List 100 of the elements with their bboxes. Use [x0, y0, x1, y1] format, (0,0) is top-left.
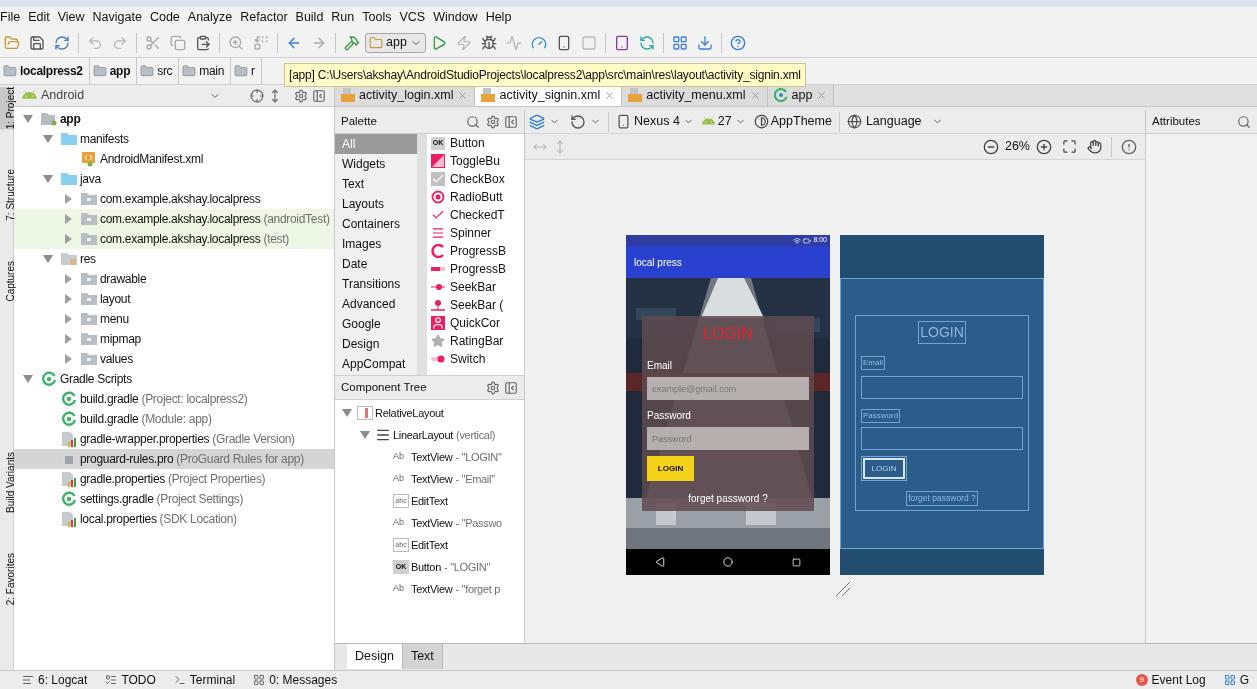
palette-category[interactable]: AppCompat: [335, 354, 417, 374]
resize-handle-icon[interactable]: [835, 581, 851, 597]
side-tool-tab[interactable]: 7: Structure: [0, 169, 13, 221]
menubar-entry[interactable]: Help: [481, 8, 516, 27]
palette-widget[interactable]: Spinner: [427, 224, 524, 242]
project-tree-item[interactable]: local.properties (SDK Location): [14, 509, 334, 529]
palette-category[interactable]: Images: [335, 234, 417, 254]
breadcrumb[interactable]: app: [89, 58, 138, 84]
project-tree-item[interactable]: values: [14, 349, 334, 369]
palette-category[interactable]: Text: [335, 174, 417, 194]
project-tree-item[interactable]: com.example.akshay.localpress (test): [14, 229, 334, 249]
person-icon: [431, 316, 445, 330]
folder-icon: [3, 64, 17, 78]
palette-widget[interactable]: QuickCor: [427, 314, 524, 332]
menubar-entry[interactable]: Navigate: [88, 8, 146, 27]
component-tree-item[interactable]: LinearLayout (vertical): [335, 424, 524, 446]
project-tree-item[interactable]: AndroidManifest.xml: [14, 149, 334, 169]
project-tree-item[interactable]: java: [14, 169, 334, 189]
palette-category[interactable]: Layouts: [335, 194, 417, 214]
expanded-arrow-icon[interactable]: [339, 408, 355, 418]
run-configuration-dropdown[interactable]: app: [365, 32, 426, 53]
menubar-entry[interactable]: Edit: [24, 8, 54, 27]
breadcrumb[interactable]: localpress2: [0, 58, 90, 84]
palette-widget[interactable]: ToggleBu: [427, 152, 524, 170]
view-tab[interactable]: Design: [347, 644, 403, 669]
project-tree-item[interactable]: layout: [14, 289, 334, 309]
project-tree-item[interactable]: com.example.akshay.localpress: [14, 189, 334, 209]
palette-category[interactable]: Containers: [335, 214, 417, 234]
project-tree-item[interactable]: settings.gradle (Project Settings): [14, 489, 334, 509]
palette-category[interactable]: Design: [335, 334, 417, 354]
expanded-arrow-icon[interactable]: [20, 374, 36, 384]
component-tree-item[interactable]: Ab TextView - "Email": [335, 468, 524, 490]
palette-category[interactable]: Google: [335, 314, 417, 334]
breadcrumb[interactable]: src: [137, 58, 180, 84]
menubar-entry[interactable]: Run: [327, 8, 359, 27]
palette-widget[interactable]: CheckedT: [427, 206, 524, 224]
palette-widget[interactable]: RatingBar: [427, 332, 524, 350]
component-tree-item[interactable]: RelativeLayout: [335, 402, 524, 424]
palette-widget[interactable]: ProgressB: [427, 242, 524, 260]
menubar-entry[interactable]: Tools: [358, 8, 396, 27]
expanded-arrow-icon[interactable]: [40, 134, 56, 144]
expanded-arrow-icon[interactable]: [40, 174, 56, 184]
project-tree-item[interactable]: manifests: [14, 129, 334, 149]
theme-button[interactable]: AppTheme: [753, 112, 832, 131]
palette-category[interactable]: Date: [335, 254, 417, 274]
project-tree-item[interactable]: com.example.akshay.localpress (androidTest): [14, 209, 334, 229]
menubar-entry[interactable]: Window: [429, 8, 482, 27]
project-tree-item[interactable]: proguard-rules.pro (ProGuard Rules for app): [14, 449, 334, 469]
project-tree-item[interactable]: gradle-wrapper.properties (Gradle Version): [14, 429, 334, 449]
breadcrumb[interactable]: r: [231, 58, 262, 84]
palette-category[interactable]: Transitions: [335, 274, 417, 294]
menubar-entry[interactable]: Refactor: [236, 8, 292, 27]
menubar-entry[interactable]: VCS: [395, 8, 430, 27]
project-tree-item[interactable]: mipmap: [14, 329, 334, 349]
menubar-entry[interactable]: Code: [145, 8, 184, 27]
field-label: Email: [647, 359, 673, 373]
project-tree-item[interactable]: res: [14, 249, 334, 269]
device-dropdown[interactable]: Nexus 4: [616, 112, 694, 131]
palette-category[interactable]: Widgets: [335, 154, 417, 174]
palette-widget[interactable]: SeekBar (: [427, 296, 524, 314]
palette-widget[interactable]: RadioButt: [427, 188, 524, 206]
palette-widget[interactable]: Switch: [427, 350, 524, 368]
menubar-entry[interactable]: Build: [291, 8, 328, 27]
project-tree-item[interactable]: Gradle Scripts: [14, 369, 334, 389]
project-tree-item[interactable]: build.gradle (Module: app): [14, 409, 334, 429]
side-tool-tab[interactable]: Build Variants: [0, 451, 13, 513]
project-tree-item[interactable]: drawable: [14, 269, 334, 289]
api-level-dropdown[interactable]: 27: [701, 112, 746, 131]
expanded-arrow-icon[interactable]: [40, 254, 56, 264]
tool-window-button[interactable]: Terminal: [173, 671, 236, 689]
event-log-button[interactable]: 9 Event Log: [1135, 671, 1206, 689]
palette-widget[interactable]: CheckBox: [427, 170, 524, 188]
tool-window-button[interactable]: 6: Logcat: [22, 671, 88, 689]
breadcrumb[interactable]: main: [179, 58, 232, 84]
tool-window-button[interactable]: TODO: [105, 671, 156, 689]
expanded-arrow-icon[interactable]: [20, 114, 36, 124]
project-tree-item[interactable]: gradle.properties (Project Properties): [14, 469, 334, 489]
blueprint-heading: LOGIN: [918, 321, 966, 344]
project-tree-item[interactable]: build.gradle (Project: localpress2): [14, 389, 334, 409]
tool-window-button[interactable]: 0: Messages: [253, 671, 338, 689]
expanded-arrow-icon[interactable]: [357, 430, 373, 440]
login-button[interactable]: LOGIN: [647, 456, 694, 481]
gradle-icon: [61, 491, 77, 507]
input-field[interactable]: Password: [647, 427, 809, 450]
palette-widget[interactable]: SeekBar: [427, 278, 524, 296]
palette-widget[interactable]: ProgressB: [427, 260, 524, 278]
view-tab[interactable]: Text: [402, 644, 443, 669]
component-tree-item[interactable]: Ab TextView - "LOGIN": [335, 446, 524, 468]
project-tree-item[interactable]: app: [14, 109, 334, 129]
component-tree-item[interactable]: Ab TextView - "Passwo: [335, 512, 524, 534]
tool-window-button[interactable]: G: [1223, 671, 1249, 689]
language-dropdown[interactable]: Language: [846, 112, 943, 131]
forgot-password-link[interactable]: forget password ?: [688, 491, 768, 506]
side-tool-tab[interactable]: 2: Favorites: [0, 552, 13, 605]
menubar-entry[interactable]: File: [0, 8, 25, 27]
palette-category[interactable]: Advanced: [335, 294, 417, 314]
project-tree-item[interactable]: menu: [14, 309, 334, 329]
menubar-entry[interactable]: View: [53, 8, 89, 27]
component-tree-item[interactable]: Ab TextView - "forget p: [335, 578, 524, 600]
menubar-entry[interactable]: Analyze: [183, 8, 237, 27]
